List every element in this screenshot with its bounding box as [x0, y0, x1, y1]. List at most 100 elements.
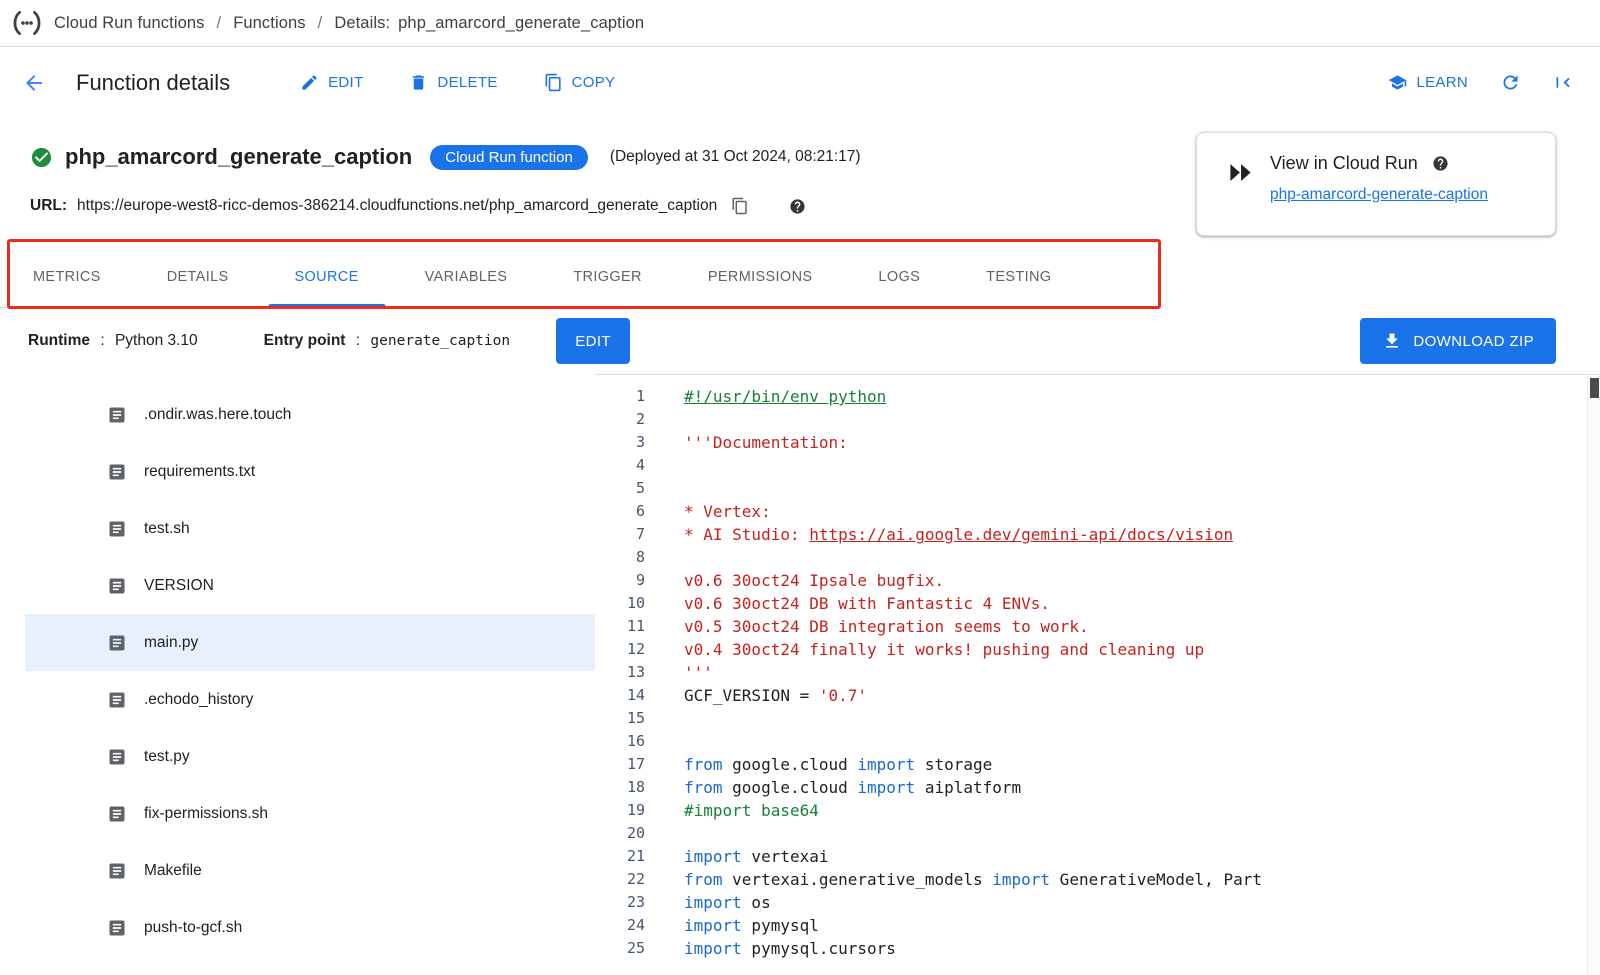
function-url: https://europe-west8-ricc-demos-386214.c… — [77, 197, 717, 215]
file-name: requirements.txt — [144, 463, 255, 481]
file-row-push-to-gcf.sh[interactable]: push-to-gcf.sh — [25, 899, 595, 956]
learn-button[interactable]: LEARN — [1388, 73, 1468, 92]
action-bar: Function details EDIT DELETE COPY LEARN — [0, 47, 1600, 118]
code-line: 2 — [595, 408, 1600, 431]
url-help-button[interactable] — [789, 198, 806, 215]
breadcrumb-product[interactable]: Cloud Run functions — [54, 14, 205, 33]
edit-function-button[interactable]: EDIT — [300, 73, 363, 92]
copy-function-button[interactable]: COPY — [544, 73, 616, 92]
line-number: 9 — [595, 569, 645, 592]
tab-details[interactable]: DETAILS — [134, 246, 262, 307]
line-number: 12 — [595, 638, 645, 661]
code-line: 15 — [595, 707, 1600, 730]
file-name: .echodo_history — [144, 691, 253, 709]
file-list: .ondir.was.here.touch requirements.txt t… — [0, 374, 595, 975]
file-name: .ondir.was.here.touch — [144, 406, 291, 424]
back-button[interactable] — [22, 70, 48, 96]
copy-url-button[interactable] — [731, 197, 749, 215]
delete-label: DELETE — [437, 74, 497, 91]
code-scrollbar[interactable] — [1587, 375, 1600, 975]
file-row-Makefile[interactable]: Makefile — [25, 842, 595, 899]
code-line: 18 from google.cloud import aiplatform — [595, 776, 1600, 799]
file-name: test.py — [144, 748, 190, 766]
code-line: 5 — [595, 477, 1600, 500]
refresh-button[interactable] — [1500, 72, 1521, 93]
file-icon — [107, 576, 127, 596]
cloud-run-icon — [1227, 153, 1254, 213]
tabs-section: METRICS DETAILS SOURCEVARIABLESTRIGGERPERM… — [0, 246, 1600, 308]
file-row-VERSION[interactable]: VERSION — [25, 557, 595, 614]
code-line: 24 import pymysql — [595, 914, 1600, 937]
line-content: import os — [684, 891, 771, 914]
collapse-panel-button[interactable] — [1553, 72, 1574, 93]
line-number: 24 — [595, 914, 645, 937]
line-number: 15 — [595, 707, 645, 730]
line-number: 14 — [595, 684, 645, 707]
line-number: 5 — [595, 477, 645, 500]
delete-function-button[interactable]: DELETE — [409, 73, 497, 92]
line-number: 1 — [595, 385, 645, 408]
pencil-icon — [300, 73, 319, 92]
tab-bar: METRICS DETAILS SOURCEVARIABLESTRIGGERPERM… — [0, 246, 1150, 308]
line-number: 19 — [595, 799, 645, 822]
breadcrumb-separator: / — [217, 14, 222, 33]
view-in-cloud-run-title: View in Cloud Run — [1270, 153, 1418, 174]
tab-permissions[interactable]: PERMISSIONS — [675, 246, 846, 307]
file-icon — [107, 747, 127, 767]
file-row-main.py[interactable]: main.py — [25, 614, 595, 671]
school-icon — [1388, 73, 1407, 92]
file-row-.echodo_history[interactable]: .echodo_history — [25, 671, 595, 728]
breadcrumb-functions[interactable]: Functions — [233, 14, 305, 33]
tab-metrics[interactable]: METRICS — [0, 246, 134, 307]
code-line: 3 '''Documentation: — [595, 431, 1600, 454]
line-number: 2 — [595, 408, 645, 431]
code-line: 10 v0.6 30oct24 DB with Fantastic 4 ENVs… — [595, 592, 1600, 615]
cloud-run-help-button[interactable] — [1432, 155, 1449, 172]
tab-testing[interactable]: TESTING — [953, 246, 1084, 307]
line-content: * AI Studio: https://ai.google.dev/gemin… — [684, 523, 1233, 546]
colon: : — [356, 332, 360, 349]
file-name: push-to-gcf.sh — [144, 919, 242, 937]
tab-label: TESTING — [986, 269, 1051, 285]
line-content: GCF_VERSION = '0.7' — [684, 684, 867, 707]
code-line: 4 — [595, 454, 1600, 477]
line-number: 3 — [595, 431, 645, 454]
download-zip-label: DOWNLOAD ZIP — [1413, 333, 1534, 350]
file-row-fix-permissions.sh[interactable]: fix-permissions.sh — [25, 785, 595, 842]
cloud-run-card-body: View in Cloud Run php-amarcord-generate-… — [1270, 153, 1488, 213]
edit-label: EDIT — [328, 74, 363, 91]
tab-label: DETAILS — [167, 269, 229, 285]
code-line: 1 #!/usr/bin/env python — [595, 385, 1600, 408]
back-arrow-icon — [22, 71, 46, 95]
file-row-test.sh[interactable]: test.sh — [25, 500, 595, 557]
file-row-test.py[interactable]: test.py — [25, 728, 595, 785]
file-row-requirements.txt[interactable]: requirements.txt — [25, 443, 595, 500]
scrollbar-thumb[interactable] — [1590, 378, 1599, 398]
line-number: 11 — [595, 615, 645, 638]
line-content: v0.4 30oct24 finally it works! pushing a… — [684, 638, 1204, 661]
tab-logs[interactable]: LOGS — [845, 246, 953, 307]
file-row-.ondir.was.here.touch[interactable]: .ondir.was.here.touch — [25, 386, 595, 443]
code-line: 20 — [595, 822, 1600, 845]
tab-variables[interactable]: VARIABLES — [392, 246, 541, 307]
function-header: php_amarcord_generate_caption Cloud Run … — [0, 118, 1600, 246]
cloud-run-service-link[interactable]: php-amarcord-generate-caption — [1270, 186, 1488, 204]
url-label: URL: — [30, 197, 67, 215]
action-buttons: EDIT DELETE COPY — [300, 73, 615, 92]
runtime-label: Runtime — [28, 332, 90, 349]
line-number: 7 — [595, 523, 645, 546]
tab-label: LOGS — [878, 269, 920, 285]
edit-source-button[interactable]: EDIT — [556, 318, 630, 364]
tab-source[interactable]: SOURCE — [262, 246, 392, 307]
function-type-badge: Cloud Run function — [430, 145, 588, 170]
runtime-value: Python 3.10 — [115, 332, 198, 349]
tab-trigger[interactable]: TRIGGER — [540, 246, 675, 307]
copy-icon — [731, 197, 749, 215]
file-icon — [107, 405, 127, 425]
line-content: v0.6 30oct24 DB with Fantastic 4 ENVs. — [684, 592, 1050, 615]
action-bar-right: LEARN — [1388, 72, 1574, 93]
download-zip-button[interactable]: DOWNLOAD ZIP — [1360, 318, 1556, 364]
line-content: import vertexai — [684, 845, 829, 868]
source-toolbar: Runtime : Python 3.10 Entry point : gene… — [0, 308, 1600, 374]
code-line: 6 * Vertex: — [595, 500, 1600, 523]
